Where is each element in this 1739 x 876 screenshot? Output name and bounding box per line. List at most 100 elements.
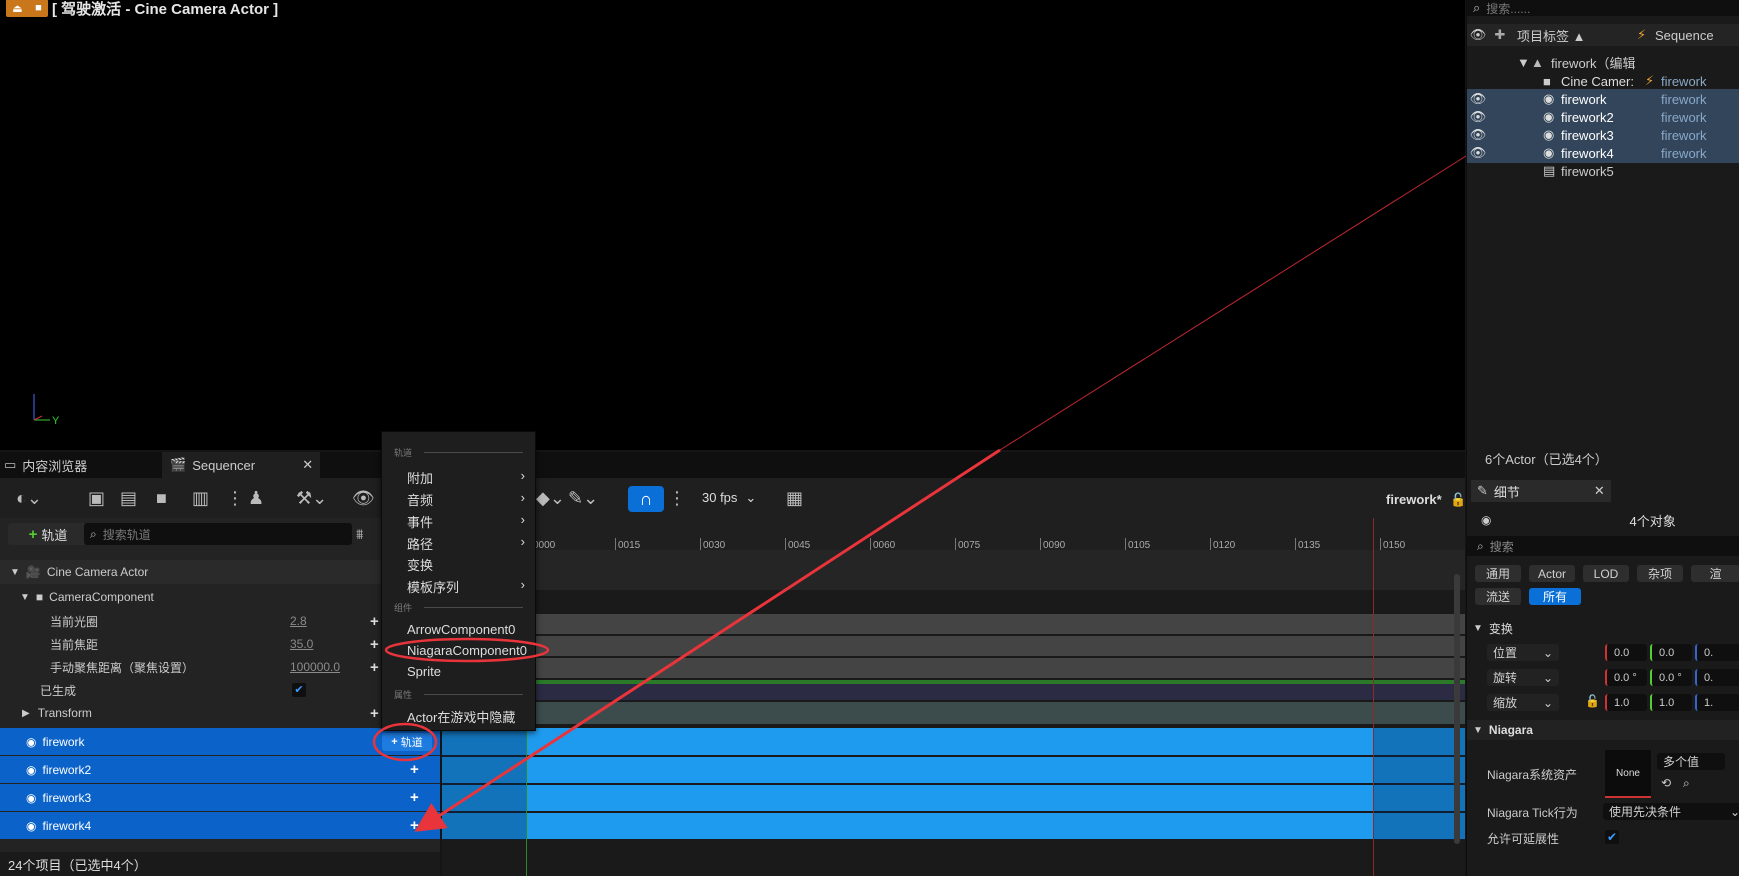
- wrench-icon[interactable]: ⚒⌄: [296, 488, 327, 509]
- scale-mode-dropdown[interactable]: 缩放 ⌄: [1487, 694, 1559, 711]
- outliner-row[interactable]: ■ Cine Camer: ⚡ firework: [1467, 71, 1739, 91]
- outliner-search-input[interactable]: 搜索......: [1486, 0, 1530, 17]
- track-search-input[interactable]: 搜索轨道: [103, 526, 151, 543]
- track-transform[interactable]: ▶ Transform +: [0, 702, 440, 724]
- fps-dropdown[interactable]: 30 fps ⌄: [702, 490, 756, 506]
- track-focal-length[interactable]: 当前焦距 35.0 +: [0, 633, 440, 655]
- curve-editor-icon[interactable]: ▦: [786, 488, 803, 509]
- menu-item-audio[interactable]: 音频: [407, 490, 433, 509]
- lock-icon[interactable]: 🔓: [1450, 492, 1466, 508]
- spawned-checkbox[interactable]: ✔: [292, 683, 306, 697]
- menu-item-niagara-component[interactable]: NiagaraComponent0: [407, 643, 527, 658]
- playback-end-marker[interactable]: [1373, 518, 1374, 876]
- outliner-row-selected[interactable]: 👁 ◉ firework3 firework: [1467, 125, 1739, 145]
- track-focus-distance[interactable]: 手动聚焦距离（聚焦设置） 100000.0 +: [0, 656, 440, 678]
- eye-icon[interactable]: 👁: [1467, 27, 1489, 43]
- menu-item-sprite[interactable]: Sprite: [407, 664, 441, 679]
- rotation-y-field[interactable]: 0.0 °: [1650, 669, 1692, 686]
- allow-scalability-checkbox[interactable]: ✔: [1605, 830, 1619, 844]
- add-track-plus-icon[interactable]: +: [410, 789, 419, 806]
- menu-item-path[interactable]: 路径: [407, 534, 433, 553]
- menu-item-template-sequence[interactable]: 模板序列: [407, 577, 459, 596]
- eye-icon[interactable]: 👁: [352, 488, 375, 509]
- focal-value[interactable]: 35.0: [290, 637, 313, 651]
- sequence-column-header[interactable]: Sequence: [1655, 28, 1714, 43]
- expand-arrow-icon[interactable]: ▼: [1517, 55, 1530, 70]
- filter-button-misc[interactable]: 杂项: [1637, 565, 1683, 582]
- rotation-z-field[interactable]: 0.: [1695, 669, 1739, 686]
- use-selected-icon[interactable]: ⟲: [1661, 776, 1671, 790]
- label-column-header[interactable]: 项目标签 ▲: [1517, 26, 1637, 45]
- outliner-row[interactable]: ▤ firework5: [1467, 161, 1739, 181]
- menu-item-arrow-component[interactable]: ArrowComponent0: [407, 622, 515, 637]
- add-key-icon[interactable]: +: [370, 705, 379, 722]
- visibility-eye-icon[interactable]: 👁: [1467, 109, 1489, 125]
- track-search[interactable]: ⌕ 搜索轨道: [84, 523, 352, 545]
- filter-button-overflow[interactable]: 渲: [1691, 565, 1739, 582]
- pen-icon[interactable]: ✎⌄: [568, 488, 598, 509]
- browse-sequence-icon[interactable]: ▤: [120, 488, 137, 509]
- close-icon[interactable]: ✕: [1594, 483, 1605, 499]
- rotation-mode-dropdown[interactable]: 旋转 ⌄: [1487, 669, 1559, 686]
- filter-button-general[interactable]: 通用: [1475, 565, 1521, 582]
- sequencer-timeline[interactable]: 0000 0015 0030 0045 0060 0075 0090 0105 0120 0135…: [442, 518, 1465, 876]
- collapse-arrow-icon[interactable]: ▼: [20, 592, 30, 603]
- track-cine-camera[interactable]: ▼ 🎥 Cine Camera Actor: [0, 560, 440, 584]
- filter-button-lod[interactable]: LOD: [1583, 565, 1629, 582]
- collapse-arrow-icon[interactable]: ▼: [1473, 725, 1483, 736]
- eject-icon[interactable]: ⏏: [12, 2, 22, 15]
- scale-z-field[interactable]: 1.: [1695, 694, 1739, 711]
- menu-item-transform[interactable]: 变换: [407, 555, 433, 574]
- niagara-tick-dropdown[interactable]: 使用先决条件 ⌄: [1603, 803, 1739, 820]
- add-camera-icon[interactable]: ■: [156, 488, 167, 509]
- collapse-arrow-icon[interactable]: ▼: [1473, 623, 1483, 634]
- add-key-icon[interactable]: +: [370, 613, 379, 630]
- pilot-mode-icons[interactable]: ⏏ ■: [6, 0, 48, 17]
- render-movie-icon[interactable]: ▥: [192, 488, 209, 509]
- menu-item-actor-hidden-in-game[interactable]: Actor在游戏中隐藏: [407, 707, 515, 726]
- location-z-field[interactable]: 0.: [1695, 644, 1739, 661]
- niagara-asset-picker[interactable]: 多个值: [1657, 753, 1725, 770]
- pin-icon[interactable]: ✚: [1489, 27, 1511, 43]
- details-search-input[interactable]: 搜索: [1490, 538, 1514, 555]
- filter-button-streaming[interactable]: 流送: [1475, 588, 1521, 605]
- snap-options-icon[interactable]: ⋮: [668, 488, 686, 509]
- scale-y-field[interactable]: 1.0: [1650, 694, 1692, 711]
- details-search[interactable]: ⌕ 搜索: [1467, 536, 1739, 556]
- rotation-x-field[interactable]: 0.0 °: [1605, 669, 1647, 686]
- visibility-eye-icon[interactable]: 👁: [1467, 91, 1489, 107]
- visibility-eye-icon[interactable]: 👁: [1467, 145, 1489, 161]
- snap-magnet-icon[interactable]: ∩: [628, 486, 664, 512]
- outliner-row-selected[interactable]: 👁 ◉ firework4 firework: [1467, 143, 1739, 163]
- details-tab[interactable]: ✎ 细节 ✕: [1471, 480, 1611, 502]
- aperture-value[interactable]: 2.8: [290, 614, 307, 628]
- outliner-row[interactable]: ▼ ▲ firework（编辑: [1467, 52, 1739, 72]
- track-firework[interactable]: ◉ firework + 轨道: [0, 728, 440, 755]
- location-x-field[interactable]: 0.0: [1605, 644, 1647, 661]
- sequence-name[interactable]: firework*: [1386, 492, 1442, 507]
- track-firework4[interactable]: ◉ firework4 +: [0, 812, 440, 839]
- lock-icon[interactable]: 🔓: [1585, 694, 1600, 708]
- focus-value[interactable]: 100000.0: [290, 660, 340, 674]
- filter-button-actor[interactable]: Actor: [1529, 565, 1575, 582]
- graph-icon[interactable]: ♟: [248, 488, 264, 509]
- menu-item-attach[interactable]: 附加: [407, 468, 433, 487]
- transform-section-header[interactable]: ▼ 变换: [1467, 618, 1739, 638]
- more-options-icon[interactable]: ⋮: [226, 488, 244, 509]
- visibility-eye-icon[interactable]: 👁: [1467, 127, 1489, 143]
- location-y-field[interactable]: 0.0: [1650, 644, 1692, 661]
- inline-add-track-button[interactable]: + 轨道: [382, 733, 432, 751]
- browse-icon[interactable]: ⌕: [1683, 776, 1690, 791]
- key-icon[interactable]: ◆⌄: [536, 488, 565, 509]
- add-key-icon[interactable]: +: [370, 636, 379, 653]
- track-aperture[interactable]: 当前光圈 2.8 +: [0, 610, 440, 632]
- timeline-scrollbar[interactable]: [1454, 574, 1460, 844]
- collapse-arrow-icon[interactable]: ▼: [10, 567, 20, 578]
- world-icon[interactable]: ◐⌄: [16, 488, 42, 509]
- tab-sequencer[interactable]: 🎬 Sequencer ✕: [162, 452, 320, 478]
- expand-arrow-icon[interactable]: ▶: [22, 708, 30, 719]
- add-key-icon[interactable]: +: [370, 659, 379, 676]
- track-firework2[interactable]: ◉ firework2 +: [0, 756, 440, 783]
- niagara-section-header[interactable]: ▼ Niagara: [1467, 720, 1739, 740]
- scale-x-field[interactable]: 1.0: [1605, 694, 1647, 711]
